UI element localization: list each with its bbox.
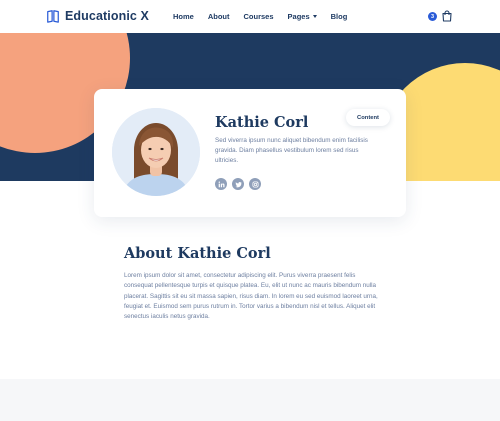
nav-blog-label: Blog — [330, 12, 348, 21]
nav-blog[interactable]: Blog — [331, 12, 348, 21]
instagram-icon[interactable] — [249, 178, 261, 190]
about-text: Lorem ipsum dolor sit amet, consectetur … — [124, 272, 378, 321]
social-links — [215, 178, 261, 190]
footer-band — [0, 379, 500, 421]
nav-home-label: Home — [173, 12, 194, 21]
nav-pages[interactable]: Pages — [288, 12, 317, 21]
caret-down-icon — [312, 15, 317, 18]
nav-courses[interactable]: Courses — [244, 12, 274, 21]
twitter-icon[interactable] — [232, 178, 244, 190]
shopping-bag-icon[interactable] — [441, 10, 453, 22]
nav-home[interactable]: Home — [173, 12, 194, 21]
book-icon — [47, 10, 59, 23]
avatar-portrait — [112, 108, 200, 196]
about-title: About Kathie Corl — [124, 245, 271, 262]
linkedin-icon[interactable] — [215, 178, 227, 190]
nav-about-label: About — [207, 12, 230, 21]
profile-bio: Sed viverra ipsum nunc aliquet bibendum … — [215, 137, 368, 164]
nav-pages-label: Pages — [287, 12, 310, 21]
main-nav: Home About Courses Pages Blog — [173, 12, 361, 21]
counter-badge[interactable]: 3 — [428, 12, 437, 21]
nav-courses-label: Courses — [243, 12, 274, 21]
avatar — [112, 108, 200, 196]
profile-name: Kathie Corl — [215, 114, 309, 131]
content-button[interactable]: Content — [346, 109, 390, 126]
site-header: Educationic X Home About Courses Pages B… — [0, 0, 500, 33]
logo[interactable]: Educationic X — [46, 9, 149, 23]
nav-about[interactable]: About — [208, 12, 230, 21]
profile-card: Kathie Corl Sed viverra ipsum nunc aliqu… — [94, 89, 406, 217]
logo-text: Educationic X — [65, 9, 149, 23]
